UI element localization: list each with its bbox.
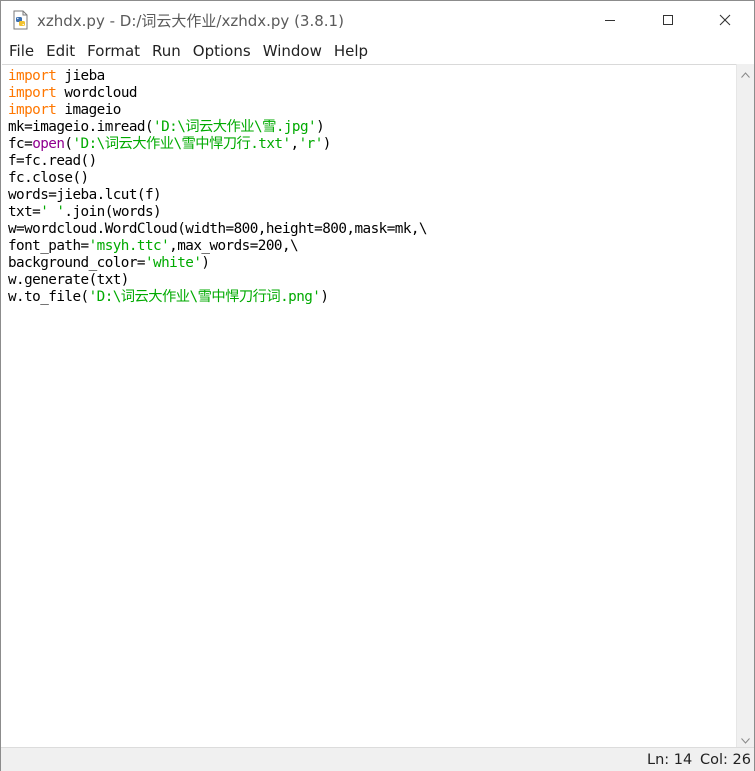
code-token: background_color=	[8, 255, 146, 271]
code-line[interactable]: mk=imageio.imread('D:\词云大作业\雪.jpg')	[8, 119, 427, 136]
code-token: w=wordcloud.WordCloud(width=800,height=8…	[8, 221, 428, 237]
minimize-icon	[604, 11, 616, 30]
code-token: )	[201, 255, 210, 271]
cursor-column-indicator: Col: 26	[700, 752, 751, 768]
code-token: fc.close()	[8, 170, 89, 186]
close-button[interactable]	[696, 1, 754, 39]
menu-format[interactable]: Format	[81, 39, 146, 63]
code-token: ,max_words=200,\	[169, 238, 299, 254]
python-file-icon	[11, 10, 31, 30]
scroll-up-button[interactable]	[737, 64, 754, 81]
code-line[interactable]: txt=' '.join(words)	[8, 204, 427, 221]
code-string: 'white'	[144, 255, 202, 271]
menu-help[interactable]: Help	[328, 39, 374, 63]
code-token: )	[322, 136, 332, 152]
close-icon	[719, 11, 731, 30]
code-line[interactable]: fc.close()	[8, 170, 427, 187]
code-line[interactable]: font_path='msyh.ttc',max_words=200,\	[8, 238, 427, 255]
code-editor[interactable]: import jieba import wordcloud import image…	[2, 64, 736, 747]
menu-options[interactable]: Options	[187, 39, 257, 63]
scroll-down-arrow-icon	[741, 729, 750, 748]
code-token: f=fc.read()	[8, 153, 97, 169]
code-line[interactable]: w.to_file('D:\词云大作业\雪中悍刀行词.png')	[8, 289, 427, 306]
code-string: ' '	[40, 204, 65, 220]
code-line[interactable]: words=jieba.lcut(f)	[8, 187, 427, 204]
maximize-icon	[662, 11, 674, 30]
code-token: w.to_file(	[8, 289, 89, 305]
scroll-up-arrow-icon	[741, 63, 750, 82]
menu-file[interactable]: File	[3, 39, 40, 63]
code-text[interactable]: import jieba import wordcloud import image…	[8, 68, 428, 306]
code-line[interactable]: w=wordcloud.WordCloud(width=800,height=8…	[8, 221, 428, 238]
menu-run[interactable]: Run	[146, 39, 187, 63]
code-token: .join(words)	[64, 204, 162, 220]
code-string: 'msyh.ttc'	[88, 238, 170, 254]
code-token: words=jieba.lcut(f)	[8, 187, 162, 203]
code-keyword: import	[8, 102, 57, 118]
code-line[interactable]: import wordcloud	[8, 85, 427, 102]
code-keyword: import	[8, 68, 57, 84]
code-line[interactable]: import imageio	[8, 102, 427, 119]
code-token: txt=	[8, 204, 41, 220]
code-token: )	[316, 119, 325, 135]
status-bar: Ln: 14 Col: 26	[1, 747, 754, 771]
title-bar[interactable]: xzhdx.py - D:/词云大作业/xzhdx.py (3.8.1)	[1, 1, 754, 39]
code-token: jieba	[56, 68, 105, 84]
code-line[interactable]: fc=open('D:\词云大作业\雪中悍刀行.txt','r')	[8, 136, 427, 153]
code-token: fc=	[8, 136, 33, 152]
window-title: xzhdx.py - D:/词云大作业/xzhdx.py (3.8.1)	[37, 12, 344, 30]
scroll-down-button[interactable]	[737, 730, 754, 747]
code-line[interactable]: w.generate(txt)	[8, 272, 427, 289]
cursor-line-indicator: Ln: 14	[647, 752, 693, 768]
menu-edit[interactable]: Edit	[40, 39, 81, 63]
code-line[interactable]: background_color='white')	[8, 255, 427, 272]
code-token: mk=imageio.imread(	[8, 119, 154, 135]
code-string: 'D:\词云大作业\雪.jpg'	[153, 119, 317, 135]
code-line[interactable]: import jieba	[8, 68, 427, 85]
code-token: wordcloud	[56, 85, 137, 101]
code-string: 'D:\词云大作业\雪中悍刀行.txt'	[72, 136, 291, 152]
maximize-button[interactable]	[639, 1, 697, 39]
code-token: )	[320, 289, 329, 305]
menu-window[interactable]: Window	[257, 39, 328, 63]
menu-bar: File Edit Format Run Options Window Help	[1, 39, 754, 63]
code-keyword: import	[8, 85, 57, 101]
code-line[interactable]: f=fc.read()	[8, 153, 427, 170]
idle-editor-window: xzhdx.py - D:/词云大作业/xzhdx.py (3.8.1) Fil…	[0, 0, 755, 771]
minimize-button[interactable]	[581, 1, 639, 39]
code-token: ,	[290, 136, 300, 152]
vertical-scrollbar[interactable]	[736, 64, 754, 747]
code-string: 'r'	[298, 136, 324, 152]
code-string: 'D:\词云大作业\雪中悍刀行词.png'	[88, 289, 321, 305]
code-token: imageio	[56, 102, 121, 118]
code-token: font_path=	[8, 238, 89, 254]
code-builtin: open	[32, 136, 65, 152]
code-token: w.generate(txt)	[8, 272, 129, 288]
